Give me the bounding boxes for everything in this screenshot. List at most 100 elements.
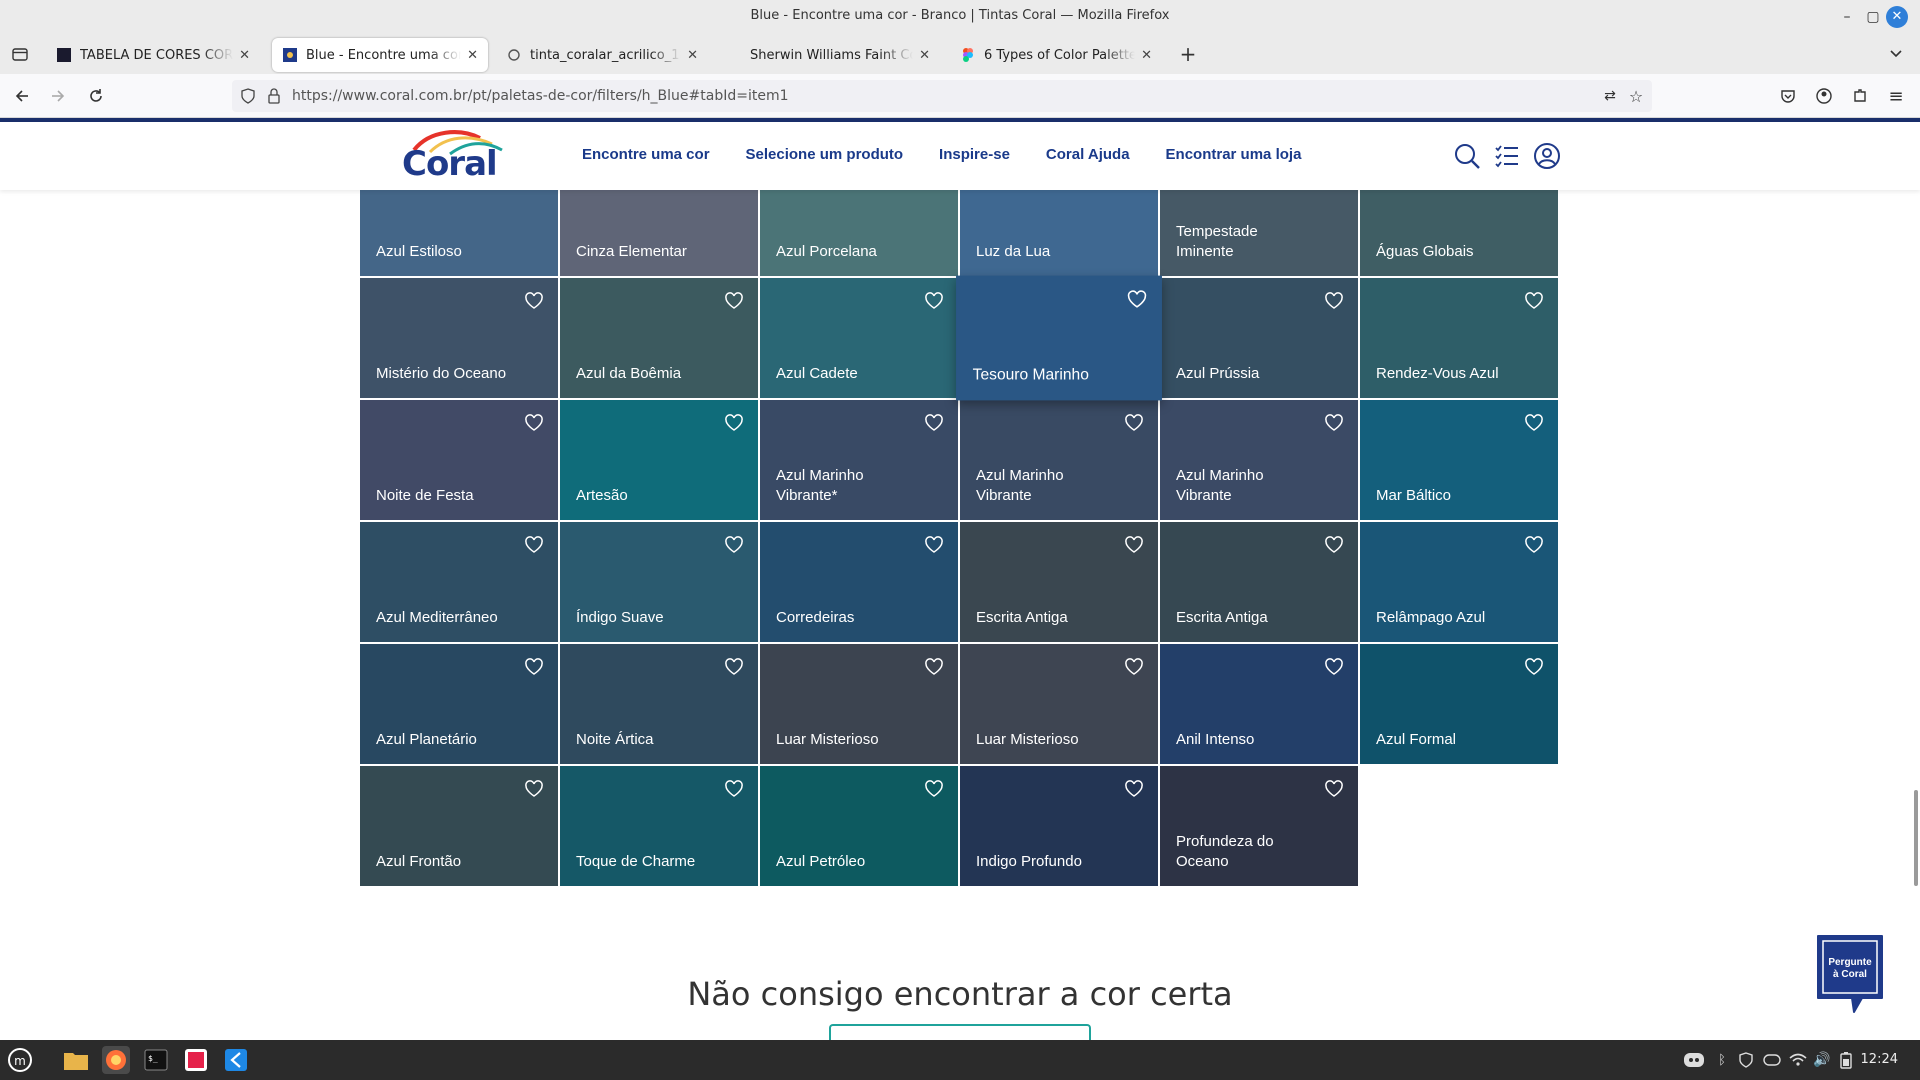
color-swatch[interactable]: Escrita Antiga [960, 522, 1158, 642]
color-swatch[interactable]: Rendez-Vous Azul [1360, 278, 1558, 398]
drive-icon[interactable] [1758, 1046, 1786, 1074]
favorite-heart-icon[interactable] [524, 414, 544, 432]
nav-encontrar-uma-loja[interactable]: Encontrar uma loja [1166, 146, 1302, 163]
favorite-heart-icon[interactable] [1524, 414, 1544, 432]
tab-tinta-coralar[interactable]: tinta_coralar_acrilico_18l_cc ✕ [496, 38, 708, 72]
bookmark-star-icon[interactable]: ☆ [1626, 86, 1646, 106]
color-swatch[interactable]: Luar Misterioso [760, 644, 958, 764]
pergunte-a-coral-chat-button[interactable]: Pergunte à Coral [1814, 932, 1886, 1018]
favorite-heart-icon[interactable] [924, 414, 944, 432]
page-scrollbar-thumb[interactable] [1914, 790, 1918, 886]
color-swatch[interactable]: Azul Marinho Vibrante [960, 400, 1158, 520]
favorite-heart-icon[interactable] [724, 658, 744, 676]
color-swatch[interactable]: Azul Porcelana [760, 190, 958, 276]
discord-icon[interactable] [1680, 1046, 1708, 1074]
tab-tabela-cores[interactable]: TABELA DE CORES CORAL – ✕ [46, 38, 260, 72]
tab-close-icon[interactable]: ✕ [919, 48, 930, 63]
hamburger-menu-icon[interactable]: ≡ [1884, 84, 1908, 108]
tab-sherwin-williams[interactable]: Sherwin Williams Faint Coral ✕ [740, 38, 940, 72]
favorite-heart-icon[interactable] [524, 658, 544, 676]
favorite-heart-icon[interactable] [1324, 292, 1344, 310]
favorite-heart-icon[interactable] [1324, 658, 1344, 676]
favorite-heart-icon[interactable] [924, 536, 944, 554]
checklist-icon[interactable] [1493, 142, 1521, 170]
favorite-heart-icon[interactable] [1524, 658, 1544, 676]
search-icon[interactable] [1453, 142, 1481, 170]
favorite-heart-icon[interactable] [724, 414, 744, 432]
color-swatch[interactable]: Águas Globais [1360, 190, 1558, 276]
favorite-heart-icon[interactable] [724, 292, 744, 310]
tab-close-icon[interactable]: ✕ [687, 48, 698, 63]
color-swatch[interactable]: Mistério do Oceano [360, 278, 558, 398]
extensions-puzzle-icon[interactable] [1848, 84, 1872, 108]
favorite-heart-icon[interactable] [1324, 780, 1344, 798]
color-swatch[interactable]: Mar Báltico [1360, 400, 1558, 520]
color-swatch[interactable]: Índigo Suave [560, 522, 758, 642]
favorite-heart-icon[interactable] [724, 780, 744, 798]
security-shield-icon[interactable] [1732, 1046, 1760, 1074]
color-swatch[interactable]: Azul Formal [1360, 644, 1558, 764]
color-swatch[interactable]: Azul Frontão [360, 766, 558, 886]
color-swatch[interactable]: Azul Estiloso [360, 190, 558, 276]
battery-icon[interactable] [1832, 1046, 1860, 1074]
translate-icon[interactable]: ⇄ [1600, 86, 1620, 106]
color-swatch[interactable]: Azul Marinho Vibrante [1160, 400, 1358, 520]
shield-icon[interactable] [240, 88, 256, 104]
reload-icon[interactable] [84, 84, 108, 108]
tab-close-icon[interactable]: ✕ [239, 48, 250, 63]
favorite-heart-icon[interactable] [924, 780, 944, 798]
files-folder-icon[interactable] [62, 1046, 90, 1074]
color-swatch[interactable]: Noite de Festa [360, 400, 558, 520]
nav-encontre-uma-cor[interactable]: Encontre uma cor [582, 146, 710, 163]
account-icon[interactable] [1812, 84, 1836, 108]
color-swatch[interactable]: Luar Misterioso [960, 644, 1158, 764]
pocket-icon[interactable] [1776, 84, 1800, 108]
color-swatch[interactable]: Azul Cadete [760, 278, 958, 398]
nav-inspire-se[interactable]: Inspire-se [939, 146, 1010, 163]
color-swatch[interactable]: Azul da Boêmia [560, 278, 758, 398]
coral-logo[interactable]: Coral [402, 130, 503, 184]
forward-arrow-icon[interactable] [46, 84, 70, 108]
favorite-heart-icon[interactable] [524, 780, 544, 798]
favorite-heart-icon[interactable] [924, 292, 944, 310]
terminal-icon[interactable]: $_ [142, 1046, 170, 1074]
favorite-heart-icon[interactable] [1124, 414, 1144, 432]
color-swatch[interactable]: Corredeiras [760, 522, 958, 642]
vscode-icon[interactable] [222, 1046, 250, 1074]
nav-coral-ajuda[interactable]: Coral Ajuda [1046, 146, 1130, 163]
favorite-heart-icon[interactable] [1524, 292, 1544, 310]
color-swatch[interactable]: Toque de Charme [560, 766, 758, 886]
favorite-heart-icon[interactable] [1324, 414, 1344, 432]
color-swatch[interactable]: Escrita Antiga [1160, 522, 1358, 642]
cta-button[interactable] [829, 1024, 1091, 1040]
back-arrow-icon[interactable] [10, 84, 34, 108]
favorite-heart-icon[interactable] [1127, 290, 1148, 309]
tab-blue-encontre[interactable]: Blue - Encontre uma cor - Br ✕ [272, 38, 488, 72]
favorite-heart-icon[interactable] [724, 536, 744, 554]
restore-button[interactable]: ▢ [1862, 6, 1884, 28]
url-bar[interactable]: https://www.coral.com.br/pt/paletas-de-c… [232, 80, 1652, 112]
color-swatch[interactable]: Azul Marinho Vibrante* [760, 400, 958, 520]
color-swatch[interactable]: Tempestade Iminente [1160, 190, 1358, 276]
color-swatch[interactable]: Cinza Elementar [560, 190, 758, 276]
favorite-heart-icon[interactable] [1124, 658, 1144, 676]
color-swatch[interactable]: Azul Mediterrâneo [360, 522, 558, 642]
new-tab-plus-icon[interactable]: + [1176, 42, 1200, 66]
color-swatch[interactable]: Luz da Lua [960, 190, 1158, 276]
color-swatch[interactable]: Tesouro Marinho [956, 275, 1162, 401]
close-window-button[interactable]: ✕ [1886, 6, 1908, 28]
color-swatch[interactable]: Azul Planetário [360, 644, 558, 764]
tab-close-icon[interactable]: ✕ [1141, 48, 1152, 63]
color-swatch[interactable]: Profundeza do Oceano [1160, 766, 1358, 886]
favorite-heart-icon[interactable] [1324, 536, 1344, 554]
color-swatch[interactable]: Noite Ártica [560, 644, 758, 764]
color-swatch[interactable]: Relâmpago Azul [1360, 522, 1558, 642]
favorite-heart-icon[interactable] [1124, 780, 1144, 798]
color-swatch[interactable]: Indigo Profundo [960, 766, 1158, 886]
tab-close-icon[interactable]: ✕ [467, 48, 478, 63]
favorite-heart-icon[interactable] [1524, 536, 1544, 554]
favorite-heart-icon[interactable] [924, 658, 944, 676]
color-swatch[interactable]: Azul Prússia [1160, 278, 1358, 398]
mint-menu-icon[interactable]: m [6, 1046, 34, 1074]
tab-color-palettes[interactable]: 6 Types of Color Palettes: D ✕ [950, 38, 1162, 72]
